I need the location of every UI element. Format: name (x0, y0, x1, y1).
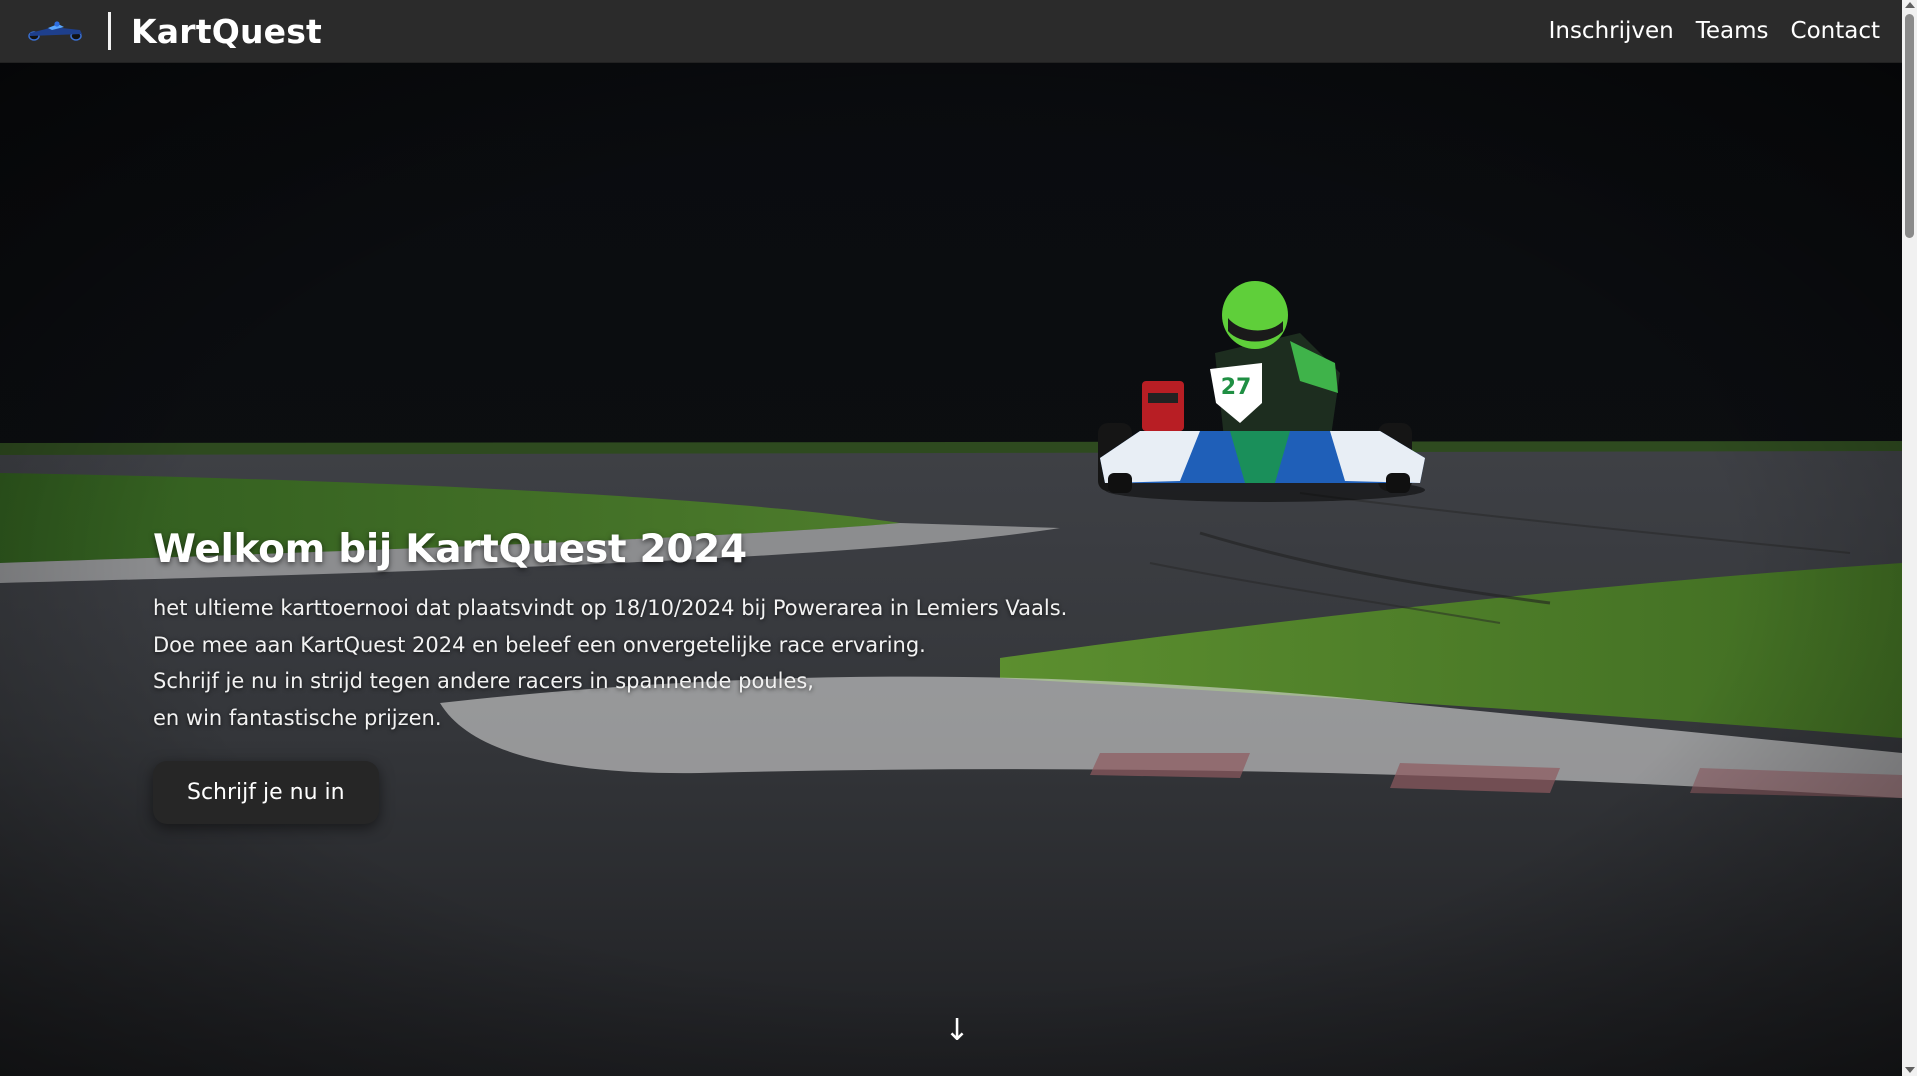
nav-links: Inschrijven Teams Contact (1549, 18, 1880, 44)
hero-description: het ultieme karttoernooi dat plaatsvindt… (153, 590, 1153, 736)
nav-link-contact[interactable]: Contact (1791, 18, 1880, 44)
hero-line: en win fantastische prijzen. (153, 705, 442, 730)
nav-link-teams[interactable]: Teams (1696, 18, 1769, 44)
kart-icon (28, 21, 82, 41)
nav-link-inschrijven[interactable]: Inschrijven (1549, 18, 1674, 44)
hero-title: Welkom bij KartQuest 2024 (153, 527, 747, 572)
arrow-down-icon[interactable]: ↓ (942, 1016, 972, 1046)
scroll-down-icon[interactable] (1905, 1067, 1915, 1073)
hero-line: het ultieme karttoernooi dat plaatsvindt… (153, 596, 1068, 620)
scroll-up-icon[interactable] (1905, 2, 1915, 8)
brand-name[interactable]: KartQuest (131, 12, 322, 51)
hero-line: Doe mee aan KartQuest 2024 en beleef een… (153, 632, 926, 657)
brand-divider (108, 12, 111, 50)
page-scrollbar[interactable] (1902, 0, 1917, 1076)
brand[interactable]: KartQuest (22, 12, 322, 51)
navbar: KartQuest Inschrijven Teams Contact (0, 0, 1902, 63)
hero-content: Welkom bij KartQuest 2024 het ultieme ka… (153, 527, 1153, 824)
hero-line: Schrijf je nu in strijd tegen andere rac… (153, 669, 814, 693)
register-button[interactable]: Schrijf je nu in (153, 761, 379, 824)
hero-section: 27 Welkom bij KartQuest 2024 het ultieme… (0, 63, 1902, 1076)
scrollbar-thumb[interactable] (1905, 14, 1914, 238)
svg-text:27: 27 (1221, 375, 1252, 400)
